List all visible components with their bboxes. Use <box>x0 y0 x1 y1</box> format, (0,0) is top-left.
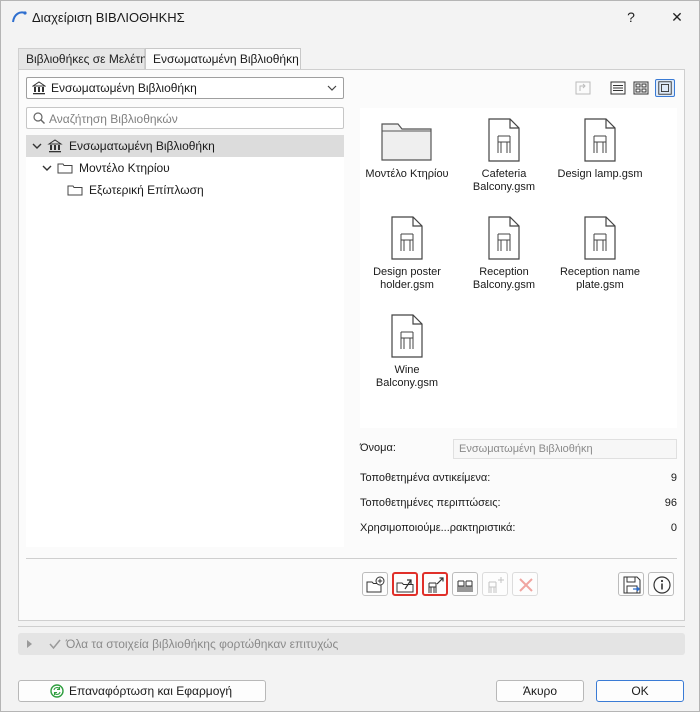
library-icon <box>32 81 46 95</box>
placed-objects-value: 9 <box>670 472 677 484</box>
ok-button[interactable]: OK <box>596 680 684 702</box>
gsm-file-icon <box>391 216 423 260</box>
info-icon <box>653 576 671 594</box>
objects-icon <box>457 580 473 592</box>
info-used-attributes-row: Χρησιμοποιούμε...ρακτηριστικά: 0 <box>360 519 677 539</box>
placed-instances-label: Τοποθετημένες περιπτώσεις: <box>360 497 501 509</box>
name-field: Ενσωματωμένη Βιβλιοθήκη <box>453 439 677 459</box>
info-name-row: Όνομα: Ενσωματωμένη Βιβλιοθήκη <box>360 439 677 459</box>
library-dropdown[interactable]: Ενσωματωμένη Βιβλιοθήκη <box>26 77 344 99</box>
window-title: Διαχείριση ΒΙΒΛΙΟΘΗΚΗΣ <box>32 10 185 25</box>
grid-view-icon[interactable] <box>631 79 651 97</box>
grid-item-label: Reception Balcony.gsm <box>472 266 536 291</box>
main-panel: Ενσωματωμένη Βιβλιοθήκη Αναζήτηση Βιβλιο… <box>18 69 685 621</box>
save-icon <box>623 576 641 594</box>
large-icon-view-icon[interactable] <box>655 79 675 97</box>
search-input[interactable]: Αναζήτηση Βιβλιοθηκών <box>26 107 344 129</box>
add-object-icon <box>488 577 504 593</box>
info-placed-instances-row: Τοποθετημένες περιπτώσεις: 96 <box>360 494 677 514</box>
library-content-grid: Μοντέλο Κτηρίου Cafeteria Balcony.gsm De… <box>360 108 677 428</box>
folder-icon <box>67 185 83 196</box>
expand-arrow-icon[interactable] <box>26 639 34 649</box>
add-library-button[interactable] <box>362 572 388 596</box>
used-attributes-label: Χρησιμοποιούμε...ρακτηριστικά: <box>360 522 516 534</box>
grid-item-reception-name-plate[interactable]: Reception name plate.gsm <box>555 214 645 292</box>
library-tree: Ενσωματωμένη Βιβλιοθήκη Μοντέλο Κτηρίου … <box>26 135 344 547</box>
reload-and-apply-button[interactable]: Επαναφόρτωση και Εφαρμογή <box>18 680 266 702</box>
search-placeholder: Αναζήτηση Βιβλιοθηκών <box>49 112 178 126</box>
used-attributes-value: 0 <box>670 522 677 534</box>
grid-item-label: Design poster holder.gsm <box>373 266 441 291</box>
cancel-button[interactable]: Άκυρο <box>496 680 584 702</box>
ok-label: OK <box>631 684 649 698</box>
close-button[interactable]: ✕ <box>663 5 691 29</box>
library-dropdown-value: Ενσωματωμένη Βιβλιοθήκη <box>51 81 197 95</box>
info-placed-objects-row: Τοποθετημένα αντικείμενα: 9 <box>360 469 677 489</box>
library-manager-dialog: Διαχείριση ΒΙΒΛΙΟΘΗΚΗΣ ? ✕ Βιβλιοθήκες σ… <box>0 0 700 712</box>
add-object-button[interactable] <box>482 572 508 596</box>
gsm-file-icon <box>584 118 616 162</box>
import-objects-button[interactable] <box>452 572 478 596</box>
tab-embedded-library[interactable]: Ενσωματωμένη Βιβλιοθήκη <box>145 48 301 70</box>
chevron-down-icon[interactable] <box>42 163 52 173</box>
folder-icon <box>381 123 432 161</box>
divider <box>18 626 685 627</box>
save-library-button[interactable] <box>618 572 644 596</box>
grid-item-label: Μοντέλο Κτηρίου <box>365 168 449 180</box>
grid-item-label: Cafeteria Balcony.gsm <box>472 168 536 193</box>
export-object-button[interactable] <box>422 572 448 596</box>
divider <box>26 558 677 559</box>
tree-item-label: Ενσωματωμένη Βιβλιοθήκη <box>69 139 215 153</box>
go-up-folder-icon[interactable] <box>573 79 593 97</box>
list-view-icon[interactable] <box>608 79 628 97</box>
status-bar: Όλα τα στοιχεία βιβλιοθήκης φορτώθηκαν ε… <box>18 633 685 655</box>
status-text: Όλα τα στοιχεία βιβλιοθήκης φορτώθηκαν ε… <box>66 637 339 651</box>
tree-item-building-model[interactable]: Μοντέλο Κτηρίου <box>26 157 344 179</box>
grid-item-wine-balcony[interactable]: Wine Balcony.gsm <box>362 312 452 390</box>
folder-icon <box>57 163 73 174</box>
grid-item-design-lamp[interactable]: Design lamp.gsm <box>555 116 645 181</box>
gsm-file-icon <box>488 118 520 162</box>
gsm-file-icon <box>391 314 423 358</box>
add-library-icon <box>366 576 385 593</box>
reload-icon <box>50 684 64 698</box>
gsm-file-icon <box>488 216 520 260</box>
reload-and-apply-label: Επαναφόρτωση και Εφαρμογή <box>69 684 233 698</box>
search-icon <box>33 112 45 124</box>
chevron-down-icon <box>327 85 337 91</box>
grid-item-building-model[interactable]: Μοντέλο Κτηρίου <box>362 120 452 181</box>
grid-item-reception-balcony[interactable]: Reception Balcony.gsm <box>459 214 549 292</box>
grid-item-label: Reception name plate.gsm <box>559 266 641 291</box>
placed-objects-label: Τοποθετημένα αντικείμενα: <box>360 472 491 484</box>
delete-button[interactable] <box>512 572 538 596</box>
help-button[interactable]: ? <box>617 5 645 29</box>
export-object-icon <box>428 577 444 593</box>
cancel-label: Άκυρο <box>522 684 558 698</box>
grid-item-design-poster-holder[interactable]: Design poster holder.gsm <box>362 214 452 292</box>
grid-item-label: Design lamp.gsm <box>557 168 643 180</box>
tree-item-label: Εξωτερική Επίπλωση <box>89 183 204 197</box>
export-folder-icon <box>396 579 414 593</box>
archicad-logo-icon <box>12 11 27 23</box>
placed-instances-value: 96 <box>664 497 677 509</box>
grid-item-label: Wine Balcony.gsm <box>375 364 439 389</box>
checkmark-icon <box>49 639 61 650</box>
export-folder-button[interactable] <box>392 572 418 596</box>
chevron-down-icon[interactable] <box>32 141 42 151</box>
tree-item-exterior-furniture[interactable]: Εξωτερική Επίπλωση <box>26 179 344 201</box>
tree-item-label: Μοντέλο Κτηρίου <box>79 161 170 175</box>
delete-icon <box>519 578 533 592</box>
tab-libraries-in-project[interactable]: Βιβλιοθήκες σε Μελέτη <box>18 48 147 70</box>
info-button[interactable] <box>648 572 674 596</box>
name-label: Όνομα: <box>360 442 396 454</box>
gsm-file-icon <box>584 216 616 260</box>
library-icon <box>47 139 63 153</box>
tree-item-embedded-library[interactable]: Ενσωματωμένη Βιβλιοθήκη <box>26 135 344 157</box>
grid-item-cafeteria-balcony[interactable]: Cafeteria Balcony.gsm <box>459 116 549 194</box>
title-bar: Διαχείριση ΒΙΒΛΙΟΘΗΚΗΣ ? ✕ <box>1 1 699 33</box>
